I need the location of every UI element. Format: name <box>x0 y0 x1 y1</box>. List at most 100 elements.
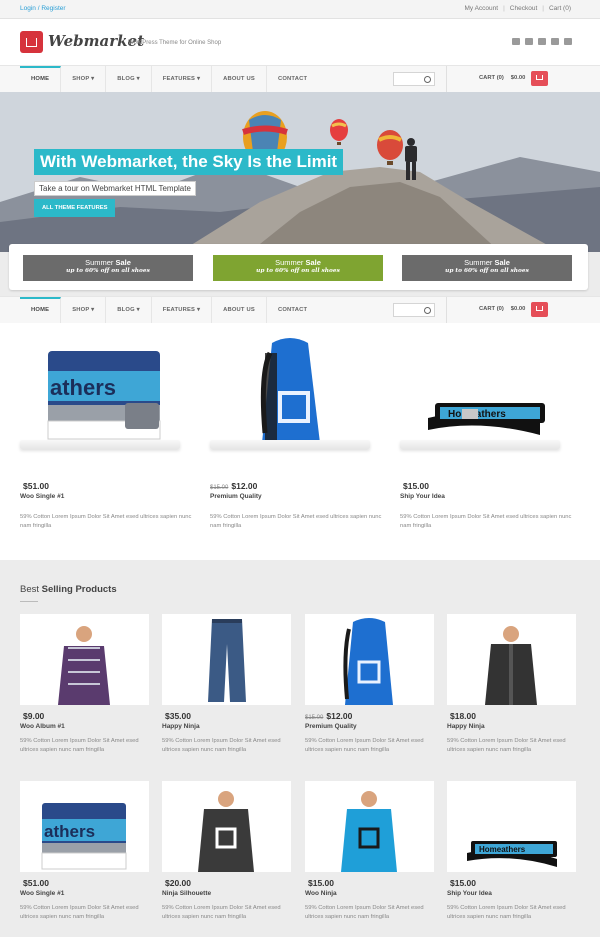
hero-title: With Webmarket, the Sky Is the Limit <box>34 149 344 175</box>
product-name[interactable]: Woo Single #1 <box>20 493 180 500</box>
product-image[interactable]: Homeathers <box>447 781 576 872</box>
product-price: $51.00 <box>23 878 49 888</box>
product-name[interactable]: Happy Ninja <box>447 723 576 730</box>
cart-summary[interactable]: CART (0) $0.00 <box>479 75 525 81</box>
product-card[interactable]: $18.00 Happy Ninja 59% Cotton Lorem Ipsu… <box>447 614 576 755</box>
product-price: $35.00 <box>165 711 191 721</box>
product-description: 59% Cotton Lorem Ipsum Dolor Sit Amet es… <box>162 738 281 753</box>
sticky-nav: HOME SHOP ▾ BLOG ▾ FEATURES ▾ ABOUT US C… <box>0 296 600 324</box>
product-card[interactable]: $35.00 Happy Ninja 59% Cotton Lorem Ipsu… <box>162 614 291 755</box>
product-image[interactable] <box>162 781 291 872</box>
product-price: $15.00 <box>450 878 476 888</box>
nav-home[interactable]: HOME <box>20 297 62 323</box>
product-image[interactable] <box>447 614 576 705</box>
product-card[interactable]: athers $51.00 Woo Single #1 59% Cotton L… <box>20 781 149 922</box>
product-description: 59% Cotton Lorem Ipsum Dolor Sit Amet es… <box>447 905 566 920</box>
product-price: $15.00 <box>403 481 429 491</box>
product-image[interactable]: athers <box>20 781 149 872</box>
product-image[interactable] <box>162 614 291 705</box>
nav-contact[interactable]: CONTACT <box>267 297 318 323</box>
nav-features[interactable]: FEATURES ▾ <box>152 297 213 323</box>
product-name[interactable]: Ship Your Idea <box>447 890 576 897</box>
social-links <box>512 38 572 45</box>
product-card[interactable]: $20.00 Ninja Silhouette 59% Cotton Lorem… <box>162 781 291 922</box>
svg-text:athers: athers <box>50 375 116 400</box>
youtube-icon[interactable] <box>564 38 572 45</box>
product-description: 59% Cotton Lorem Ipsum Dolor Sit Amet es… <box>210 514 382 529</box>
all-theme-features-button[interactable]: ALL THEME FEATURES <box>34 199 116 217</box>
nav-blog[interactable]: BLOG ▾ <box>106 297 152 323</box>
email-icon[interactable] <box>512 38 520 45</box>
product-card[interactable]: $15.00 Woo Ninja 59% Cotton Lorem Ipsum … <box>305 781 434 922</box>
sale-banner-1[interactable]: Summer Sale up to 60% off on all shoes <box>23 255 193 281</box>
product-name[interactable]: Ninja Silhouette <box>162 890 291 897</box>
top-links: My Account | Checkout | Cart (0) <box>464 5 571 12</box>
search-input[interactable] <box>393 303 435 317</box>
belt-image[interactable]: Homeathers <box>400 323 560 443</box>
product-description: 59% Cotton Lorem Ipsum Dolor Sit Amet es… <box>20 738 139 753</box>
svg-text:athers: athers <box>44 822 95 841</box>
product-price: $15.00 <box>308 878 334 888</box>
main-nav: HOME SHOP ▾ BLOG ▾ FEATURES ▾ ABOUT US C… <box>0 65 600 93</box>
shopping-bag-icon[interactable] <box>20 31 43 53</box>
top-bar: Login / Register My Account | Checkout | Car… <box>0 0 600 19</box>
product-price: $15.00 $12.00 <box>305 711 353 721</box>
product-name[interactable]: Premium Quality <box>305 723 434 730</box>
product-price: $20.00 <box>165 878 191 888</box>
product-description: 59% Cotton Lorem Ipsum Dolor Sit Amet es… <box>305 738 424 753</box>
hero-subtitle: Take a tour on Webmarket HTML Template <box>34 181 196 196</box>
product-price: $15.00 $12.00 <box>210 481 258 491</box>
twitter-icon[interactable] <box>551 38 559 45</box>
product-image[interactable] <box>20 614 149 705</box>
product-name[interactable]: Premium Quality <box>210 493 370 500</box>
nav-blog[interactable]: BLOG ▾ <box>106 66 152 92</box>
product-name[interactable]: Woo Album #1 <box>20 723 149 730</box>
nav-shop[interactable]: SHOP ▾ <box>61 66 107 92</box>
nav-shop[interactable]: SHOP ▾ <box>61 297 107 323</box>
site-tagline: WordPress Theme for Online Shop <box>128 40 222 46</box>
product-description: 59% Cotton Lorem Ipsum Dolor Sit Amet es… <box>20 905 139 920</box>
login-register-link[interactable]: Login / Register <box>20 5 66 12</box>
cart-icon[interactable] <box>531 71 548 86</box>
product-price: $18.00 <box>450 711 476 721</box>
product-price: $9.00 <box>23 711 45 721</box>
nav-features[interactable]: FEATURES ▾ <box>152 66 213 92</box>
my-account-link[interactable]: My Account <box>464 5 498 12</box>
svg-text:Homeathers: Homeathers <box>479 845 526 854</box>
product-name[interactable]: Woo Ninja <box>305 890 434 897</box>
search-icon[interactable] <box>424 76 431 83</box>
sale-banners: Summer Sale up to 60% off on all shoes S… <box>9 244 588 290</box>
product-description: 59% Cotton Lorem Ipsum Dolor Sit Amet es… <box>162 905 281 920</box>
product-description: 59% Cotton Lorem Ipsum Dolor Sit Amet es… <box>447 738 566 753</box>
nav-contact[interactable]: CONTACT <box>267 66 318 92</box>
backpack-image[interactable] <box>210 323 370 443</box>
cart-summary[interactable]: CART (0) $0.00 <box>479 306 525 312</box>
nav-about[interactable]: ABOUT US <box>212 297 267 323</box>
section-title: Best Selling Products <box>20 584 117 595</box>
cart-icon[interactable] <box>531 302 548 317</box>
product-image[interactable] <box>305 614 434 705</box>
product-image[interactable] <box>305 781 434 872</box>
cart-link[interactable]: Cart (0) <box>549 5 571 12</box>
search-icon[interactable] <box>424 307 431 314</box>
sale-banner-3[interactable]: Summer Sale up to 60% off on all shoes <box>402 255 572 281</box>
nav-home[interactable]: HOME <box>20 66 62 92</box>
site-header: Webmarket WordPress Theme for Online Sho… <box>0 19 600 65</box>
product-name[interactable]: Woo Single #1 <box>20 890 149 897</box>
product-card[interactable]: Homeathers $15.00 Ship Your Idea 59% Cot… <box>447 781 576 922</box>
product-card[interactable]: $15.00 $12.00 Premium Quality 59% Cotton … <box>305 614 434 755</box>
search-input[interactable] <box>393 72 435 86</box>
rss-icon[interactable] <box>538 38 546 45</box>
product-description: 59% Cotton Lorem Ipsum Dolor Sit Amet es… <box>400 514 572 529</box>
nav-about[interactable]: ABOUT US <box>212 66 267 92</box>
facebook-icon[interactable] <box>525 38 533 45</box>
product-card[interactable]: $9.00 Woo Album #1 59% Cotton Lorem Ipsu… <box>20 614 149 755</box>
featured-products: athers $51.00 Woo Single #1 59% Cotton L… <box>0 323 600 560</box>
product-name[interactable]: Ship Your Idea <box>400 493 560 500</box>
product-name[interactable]: Happy Ninja <box>162 723 291 730</box>
product-price: $51.00 <box>23 481 49 491</box>
checkout-link[interactable]: Checkout <box>510 5 537 12</box>
sale-banner-2[interactable]: Summer Sale up to 60% off on all shoes <box>213 255 383 281</box>
product-description: 59% Cotton Lorem Ipsum Dolor Sit Amet es… <box>20 514 192 529</box>
wallet-image[interactable]: athers <box>20 323 180 443</box>
